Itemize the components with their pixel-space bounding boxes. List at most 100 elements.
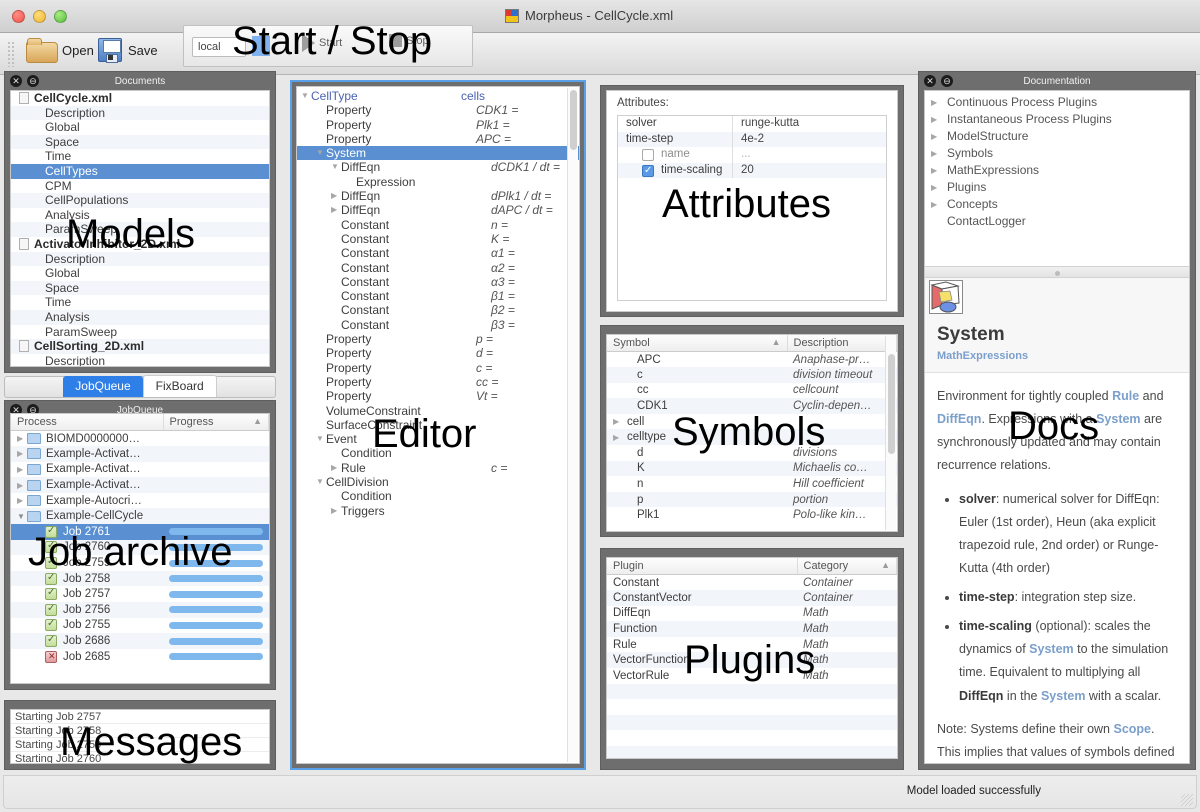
editor-tree-row[interactable]: PropertyPlk1 = (297, 118, 579, 132)
symbol-name-cell[interactable]: Plk1 (607, 507, 787, 523)
documentation-article[interactable]: System MathExpressions Environment for t… (925, 316, 1189, 763)
document-file-row[interactable]: CellCycle.xml (11, 91, 269, 106)
table-row[interactable]: cdivision timeout (607, 367, 897, 383)
document-node-row[interactable]: Space (11, 281, 269, 296)
doc-link[interactable]: Rule (1112, 389, 1139, 403)
attribute-checkbox[interactable] (642, 149, 654, 161)
chevron-right-icon[interactable]: ▶ (17, 465, 27, 474)
table-row[interactable]: Job 2756 (11, 602, 269, 618)
chevron-right-icon[interactable]: ▶ (931, 196, 941, 213)
plugins-panel-body[interactable]: Plugin Category▲ ConstantContainerConsta… (606, 557, 898, 759)
job-process-cell[interactable]: Job 2759 (11, 555, 163, 571)
document-node-row[interactable]: Global (11, 266, 269, 281)
document-node-row[interactable]: Time (11, 295, 269, 310)
symbols-column-description[interactable]: Description (787, 335, 897, 352)
editor-tree-row[interactable]: Expression (297, 175, 579, 189)
stop-button[interactable]: Stop (389, 34, 429, 47)
symbol-name-cell[interactable]: APC (607, 352, 787, 368)
editor-tree-row[interactable]: ConstantK = (297, 232, 579, 246)
documentation-tree-row[interactable]: ▶Instantaneous Process Plugins (925, 111, 1189, 128)
chevron-down-icon[interactable]: ▼ (301, 89, 311, 103)
document-node-row[interactable]: Description (11, 106, 269, 121)
editor-tree-row[interactable]: Constantα1 = (297, 246, 579, 260)
job-column-process[interactable]: Process (11, 414, 163, 431)
chevron-right-icon[interactable]: ▶ (331, 189, 341, 203)
close-window-button[interactable] (12, 10, 25, 23)
job-process-cell[interactable]: Job 2686 (11, 633, 163, 649)
table-row[interactable]: ▶Example-Activat… (11, 462, 269, 478)
document-node-row[interactable]: ParamSweep (11, 325, 269, 340)
table-row[interactable]: ▶Example-Autocri… (11, 493, 269, 509)
job-process-cell[interactable]: Job 2757 (11, 586, 163, 602)
document-node-row[interactable]: Description (11, 354, 269, 367)
table-row[interactable]: Job 2761 (11, 524, 269, 540)
job-table-body[interactable]: ▶BIOMD0000000…▶Example-Activat…▶Example-… (11, 431, 269, 665)
documents-panel-body[interactable]: CellCycle.xmlDescriptionGlobalSpaceTimeC… (10, 90, 270, 367)
table-row[interactable]: ▶cell (607, 414, 897, 430)
morpheus-cube-icon[interactable] (929, 280, 963, 314)
documentation-tree[interactable]: ▶Continuous Process Plugins▶Instantaneou… (925, 91, 1189, 266)
chevron-right-icon[interactable]: ▶ (613, 417, 623, 426)
document-node-row[interactable]: CellTypes (11, 164, 269, 179)
plugin-name-cell[interactable]: Constant (607, 575, 797, 591)
editor-tree-row[interactable]: Constantα3 = (297, 275, 579, 289)
start-button[interactable]: Start (302, 34, 342, 52)
chevron-right-icon[interactable]: ▶ (17, 481, 27, 490)
job-table[interactable]: Process Progress▲ ▶BIOMD0000000…▶Example… (11, 414, 269, 664)
documentation-tree-row[interactable]: ▶Symbols (925, 145, 1189, 162)
attribute-key-cell[interactable]: time-step (618, 132, 733, 148)
chevron-right-icon[interactable]: ▶ (931, 111, 941, 128)
doc-link[interactable]: System (1096, 412, 1140, 426)
window-traffic-lights[interactable] (12, 10, 67, 23)
document-node-row[interactable]: CPM (11, 179, 269, 194)
minimize-window-button[interactable] (33, 10, 46, 23)
document-file-row[interactable]: ActivatorInhibitor_2D.xml (11, 237, 269, 252)
save-button[interactable]: Save (98, 38, 158, 62)
attribute-key-cell[interactable]: solver (618, 116, 733, 132)
symbol-name-cell[interactable]: K (607, 461, 787, 477)
job-process-cell[interactable]: Job 2761 (11, 524, 163, 540)
editor-tree-row[interactable]: Constantα2 = (297, 261, 579, 275)
documentation-tree-row[interactable]: ▶MathExpressions (925, 162, 1189, 179)
symbol-name-cell[interactable]: d (607, 445, 787, 461)
chevron-right-icon[interactable]: ▶ (17, 434, 27, 443)
job-column-progress[interactable]: Progress▲ (163, 414, 269, 431)
chevron-right-icon[interactable]: ▶ (331, 504, 341, 518)
editor-tree-row[interactable]: ▼DiffEqndCDK1 / dt = (297, 160, 579, 174)
editor-tree-row[interactable]: PropertyCDK1 = (297, 103, 579, 117)
attribute-row[interactable]: name... (618, 147, 886, 163)
table-row[interactable]: pportion (607, 492, 897, 508)
jobqueue-panel-body[interactable]: Process Progress▲ ▶BIOMD0000000…▶Example… (10, 413, 270, 684)
documentation-tree-row[interactable]: ▶Continuous Process Plugins (925, 94, 1189, 111)
documentation-splitter[interactable] (925, 266, 1189, 278)
chevron-down-icon[interactable]: ▼ (316, 432, 326, 446)
messages-list[interactable]: Starting Job 2757Starting Job 2758Starti… (11, 710, 269, 764)
plugins-column-category[interactable]: Category▲ (797, 558, 897, 575)
plugins-column-plugin[interactable]: Plugin (607, 558, 797, 575)
table-row[interactable]: APCAnaphase-pr… (607, 352, 897, 368)
table-row[interactable]: Job 2759 (11, 555, 269, 571)
job-process-cell[interactable]: Job 2760 (11, 540, 163, 556)
table-row[interactable]: VectorFunctionMath (607, 652, 897, 668)
job-process-cell[interactable]: Job 2756 (11, 602, 163, 618)
table-row[interactable]: DiffEqnMath (607, 606, 897, 622)
editor-tree-row[interactable]: ▼Event (297, 432, 579, 446)
attribute-key-cell[interactable]: name (618, 147, 733, 163)
chevron-right-icon[interactable]: ▶ (931, 128, 941, 145)
chevron-right-icon[interactable]: ▶ (931, 94, 941, 111)
document-node-row[interactable]: Description (11, 252, 269, 267)
editor-tree-row[interactable]: Condition (297, 489, 579, 503)
symbols-column-symbol[interactable]: Symbol▲ (607, 335, 787, 352)
plugin-name-cell[interactable]: ConstantVector (607, 590, 797, 606)
document-node-row[interactable]: Analysis (11, 310, 269, 325)
table-row[interactable]: Job 2757 (11, 586, 269, 602)
execution-target-select[interactable]: local (192, 37, 246, 57)
editor-tree-row[interactable]: ▼CellDivision (297, 475, 579, 489)
symbols-table[interactable]: Symbol▲ Description APCAnaphase-pr…cdivi… (607, 335, 897, 523)
symbol-name-cell[interactable]: ▶cell (607, 414, 787, 430)
job-process-cell[interactable]: Job 2758 (11, 571, 163, 587)
article-subheading[interactable]: MathExpressions (937, 350, 1177, 362)
table-row[interactable]: nHill coefficient (607, 476, 897, 492)
document-node-row[interactable]: Space (11, 135, 269, 150)
symbol-name-cell[interactable]: p (607, 492, 787, 508)
